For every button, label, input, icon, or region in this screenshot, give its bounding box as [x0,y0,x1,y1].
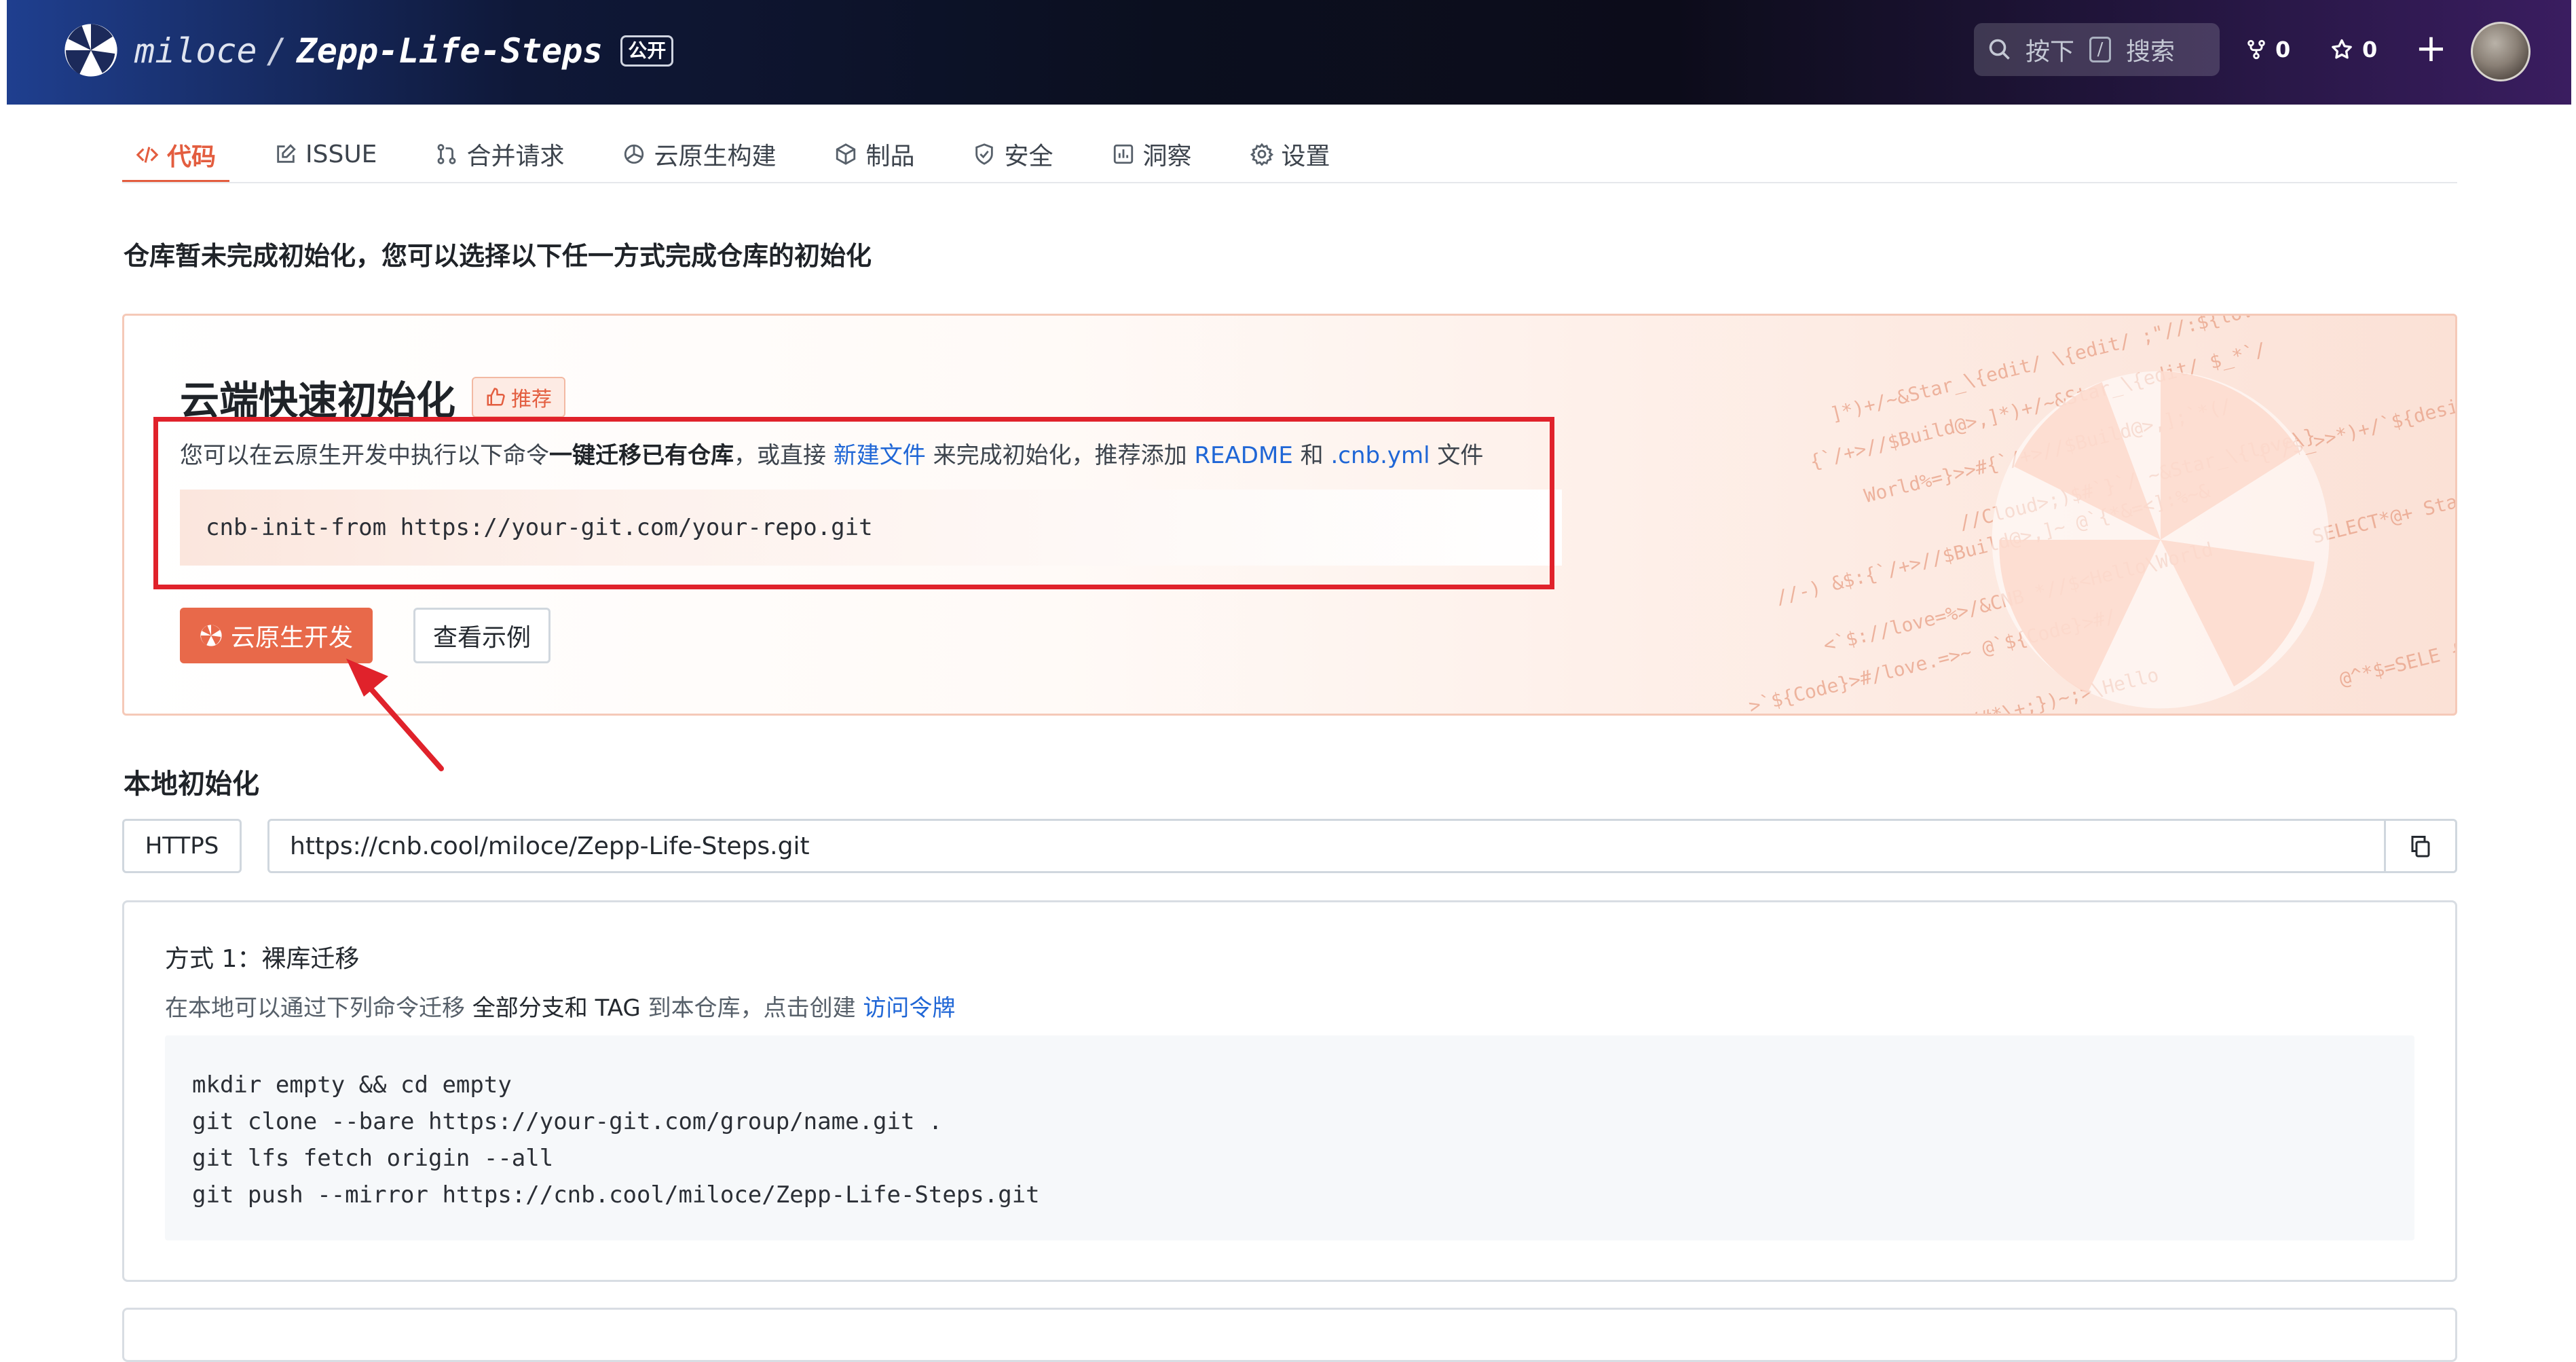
tab-issue[interactable]: ISSUE [261,129,390,179]
code-line: git lfs fetch origin --all [192,1140,2387,1177]
tab-cloud-build[interactable]: 云原生构建 [609,129,789,179]
code-line: git clone --bare https://your-git.com/gr… [192,1103,2387,1140]
repo-breadcrumb: miloce / Zepp-Life-Steps 公开 [134,26,673,76]
view-example-button[interactable]: 查看示例 [413,608,550,663]
code-icon [136,143,159,166]
cloud-init-title-text: 云端快速初始化 [180,369,455,426]
cnb-logo-icon[interactable] [62,22,119,79]
repo-name-link[interactable]: Zepp-Life-Steps [297,31,603,71]
search-box[interactable]: 按下 / 搜索 [1974,23,2220,76]
cnb-logo-icon [200,624,223,647]
method-1-card: 方式 1：裸库迁移 在本地可以通过下列命令迁移 全部分支和 TAG 到本仓库，点… [122,900,2457,1282]
copy-icon [2408,834,2433,858]
new-file-link[interactable]: 新建文件 [834,442,926,469]
repo-tabs: 代码 ISSUE 合并请求 云原生构建 制品 安全 洞察 设置 [122,129,1375,183]
fork-count: 0 [2275,37,2290,62]
cloud-init-card: ]*)+/~&Star_\{edit/ \{edit/ ;"//:${love … [122,314,2457,716]
tab-label: 设置 [1282,136,1330,172]
desc-bold-text: 一键迁移已有仓库 [549,442,734,469]
tab-security[interactable]: 安全 [959,129,1066,179]
init-notice: 仓库暂未完成初始化，您可以选择以下任一方式完成仓库的初始化 [124,235,872,272]
code-line: mkdir empty && cd empty [192,1067,2387,1103]
local-init-title: 本地初始化 [124,762,259,801]
search-shortcut-key: / [2089,37,2111,62]
method-2-card [122,1308,2457,1362]
readme-link[interactable]: README [1194,442,1292,469]
cloud-dev-button[interactable]: 云原生开发 [180,608,373,663]
recommend-badge: 推荐 [472,377,565,418]
access-token-link[interactable]: 访问令牌 [863,995,955,1022]
star-icon [2330,37,2354,62]
clone-url-field[interactable]: https://cnb.cool/miloce/Zepp-Life-Steps.… [267,819,2457,873]
tab-code[interactable]: 代码 [122,129,229,183]
desc-text: 您可以在云原生开发中执行以下命令 [180,442,549,469]
breadcrumb-separator: / [267,31,287,71]
tab-label: ISSUE [305,141,377,168]
desc-text: 文件 [1437,442,1483,469]
chart-icon [1112,143,1135,166]
desc-text: ，或直接 [734,442,826,469]
method-1-description: 在本地可以通过下列命令迁移 全部分支和 TAG 到本仓库，点击创建 访问令牌 [165,989,955,1023]
method-1-code-block[interactable]: mkdir empty && cd empty git clone --bare… [165,1035,2414,1240]
package-icon [834,143,857,166]
init-command-text: cnb-init-from https://your-git.com/your-… [206,514,873,541]
tab-label: 合并请求 [466,136,564,172]
tabs-divider [122,182,2457,183]
build-icon [622,143,646,166]
repo-owner-link[interactable]: miloce [134,31,257,71]
desc-text: 来完成初始化，推荐添加 [933,442,1187,469]
protocol-select[interactable]: HTTPS [122,819,242,873]
clone-url-text: https://cnb.cool/miloce/Zepp-Life-Steps.… [290,832,810,860]
star-counter[interactable]: 0 [2330,33,2377,67]
tab-label: 洞察 [1143,136,1192,172]
desc-highlight-text: 全部分支和 TAG [472,995,641,1022]
top-header: miloce / Zepp-Life-Steps 公开 按下 / 搜索 0 0 … [7,0,2571,105]
recommend-badge-label: 推荐 [511,382,552,412]
shield-icon [973,143,996,166]
decorative-logo-watermark [1916,356,2405,716]
visibility-badge: 公开 [620,35,673,67]
init-command-box[interactable]: cnb-init-from https://your-git.com/your-… [180,490,1562,566]
tab-label: 制品 [865,136,914,172]
tab-label: 云原生构建 [654,136,776,172]
tab-packages[interactable]: 制品 [821,129,928,179]
search-label: 搜索 [2126,32,2175,67]
cloud-dev-button-label: 云原生开发 [231,618,353,653]
desc-text: 在本地可以通过下列命令迁移 [165,995,465,1022]
copy-url-button[interactable] [2384,821,2455,871]
cnb-yml-link[interactable]: .cnb.yml [1330,442,1430,469]
desc-text: 和 [1301,442,1324,469]
tab-insights[interactable]: 洞察 [1098,129,1206,179]
create-new-button[interactable]: + [2415,30,2447,68]
search-hint-prefix: 按下 [2026,32,2074,67]
star-count: 0 [2362,37,2377,62]
user-avatar[interactable] [2471,22,2531,81]
method-1-title: 方式 1：裸库迁移 [165,939,359,974]
fork-icon [2245,39,2267,60]
fork-counter[interactable]: 0 [2245,33,2290,67]
search-icon [1987,37,2012,62]
tab-label: 安全 [1004,136,1053,172]
gear-icon [1250,143,1273,166]
tab-merge-requests[interactable]: 合并请求 [422,129,578,179]
desc-text: 到本仓库，点击创建 [648,995,856,1022]
tab-settings[interactable]: 设置 [1237,129,1344,179]
issue-icon [274,143,297,166]
cloud-init-title: 云端快速初始化 推荐 [180,369,565,426]
pull-request-icon [435,143,458,166]
code-line: git push --mirror https://cnb.cool/miloc… [192,1177,2387,1213]
thumbs-up-icon [485,387,506,407]
tab-label: 代码 [167,137,216,172]
cloud-init-description: 您可以在云原生开发中执行以下命令一键迁移已有仓库，或直接 新建文件 来完成初始化… [180,437,1483,470]
